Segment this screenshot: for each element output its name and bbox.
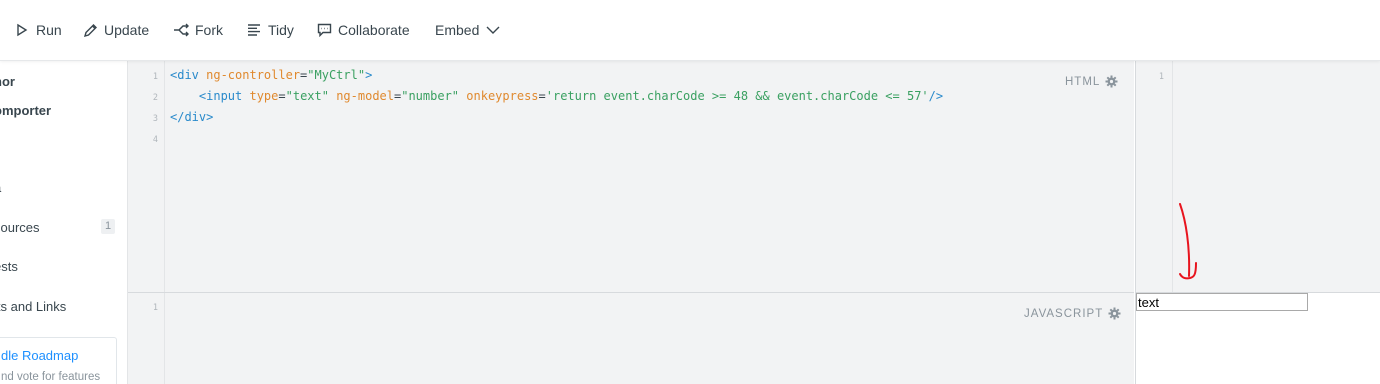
update-button[interactable]: Update [82,20,149,40]
sidebar-item-importer[interactable]: omporter [0,103,51,118]
sidebar-item-resources[interactable]: sources [0,220,40,235]
code-token: type [249,89,279,103]
html-panel-label: HTML [1065,75,1118,88]
line-gutter: 1 [128,293,165,384]
embed-label: Embed [435,22,480,38]
result-text-input[interactable] [1136,293,1308,311]
sidebar-item-meta[interactable]: a [0,180,1,195]
code-token: onkeypress [466,89,539,103]
roadmap-subtitle: nd vote for features [1,371,101,383]
code-line-3: </div> [170,110,213,124]
code-token: "text" [285,89,337,103]
tidy-button[interactable]: Tidy [246,20,294,40]
code-token: </div> [170,110,214,124]
code-token: = [538,89,546,103]
javascript-editor-panel[interactable]: 1 JAVASCRIPT [128,293,1134,384]
line-gutter: 1 [1136,61,1173,292]
line-number: 3 [152,114,158,124]
code-line-2: <input type="text" ng-model="number" onk… [170,89,943,103]
code-token: > [365,68,373,82]
gear-icon[interactable] [1108,307,1121,320]
embed-dropdown[interactable]: Embed [435,20,501,40]
code-line-1: <div ng-controller="MyCtrl"> [170,68,372,82]
roadmap-title[interactable]: dle Roadmap [1,348,78,363]
line-number: 1 [152,72,158,82]
code-token: ng-model [336,89,394,103]
html-editor-panel[interactable]: 1 2 3 4 <div ng-controller="MyCtrl"> <in… [128,61,1134,293]
code-token: "MyCtrl" [307,68,366,82]
code-token: "number" [401,89,467,103]
line-number: 1 [1158,72,1164,82]
sidebar-item-author[interactable]: hor [0,74,15,89]
gear-icon[interactable] [1105,75,1118,88]
resources-count-badge: 1 [101,219,115,234]
code-token: <div [170,68,207,82]
chevron-down-icon [485,22,501,38]
sidebar-item-requests[interactable]: ests [0,259,18,274]
red-arrow-annotation [1179,203,1197,280]
line-gutter: 1 2 3 4 [128,61,165,292]
line-number: 2 [152,93,158,103]
code-token: /> [928,89,944,103]
code-token: = [278,89,286,103]
top-toolbar: Run Update Fork Tidy Collaborate Embed [0,0,1380,61]
run-label: Run [36,22,62,38]
update-label: Update [104,22,150,38]
sidebar: hor omporter a sources 1 ests its and Li… [0,61,128,384]
sidebar-item-credits-links[interactable]: its and Links [0,299,66,314]
html-label-text: HTML [1065,75,1101,88]
collaborate-button[interactable]: Collaborate [316,20,410,40]
run-button[interactable]: Run [14,20,62,40]
code-token: <input [170,89,250,103]
pencil-icon [82,22,98,38]
fork-label: Fork [195,22,223,38]
roadmap-card[interactable]: dle Roadmap nd vote for features [0,337,117,384]
fork-icon [173,22,189,38]
tidy-label: Tidy [268,22,294,38]
javascript-label-text: JAVASCRIPT [1024,307,1104,320]
code-token: ng-controller [206,68,301,82]
line-number: 1 [152,303,158,313]
code-token: 'return event.charCode >= 48 && event.ch… [545,89,929,103]
line-number: 4 [152,135,158,145]
javascript-panel-label: JAVASCRIPT [1024,307,1121,320]
align-lines-icon [246,22,262,38]
play-icon [14,22,30,38]
fork-button[interactable]: Fork [173,20,223,40]
result-panel: 1 [1135,61,1380,384]
collaborate-label: Collaborate [338,22,410,38]
chat-bubble-icon [316,22,332,38]
